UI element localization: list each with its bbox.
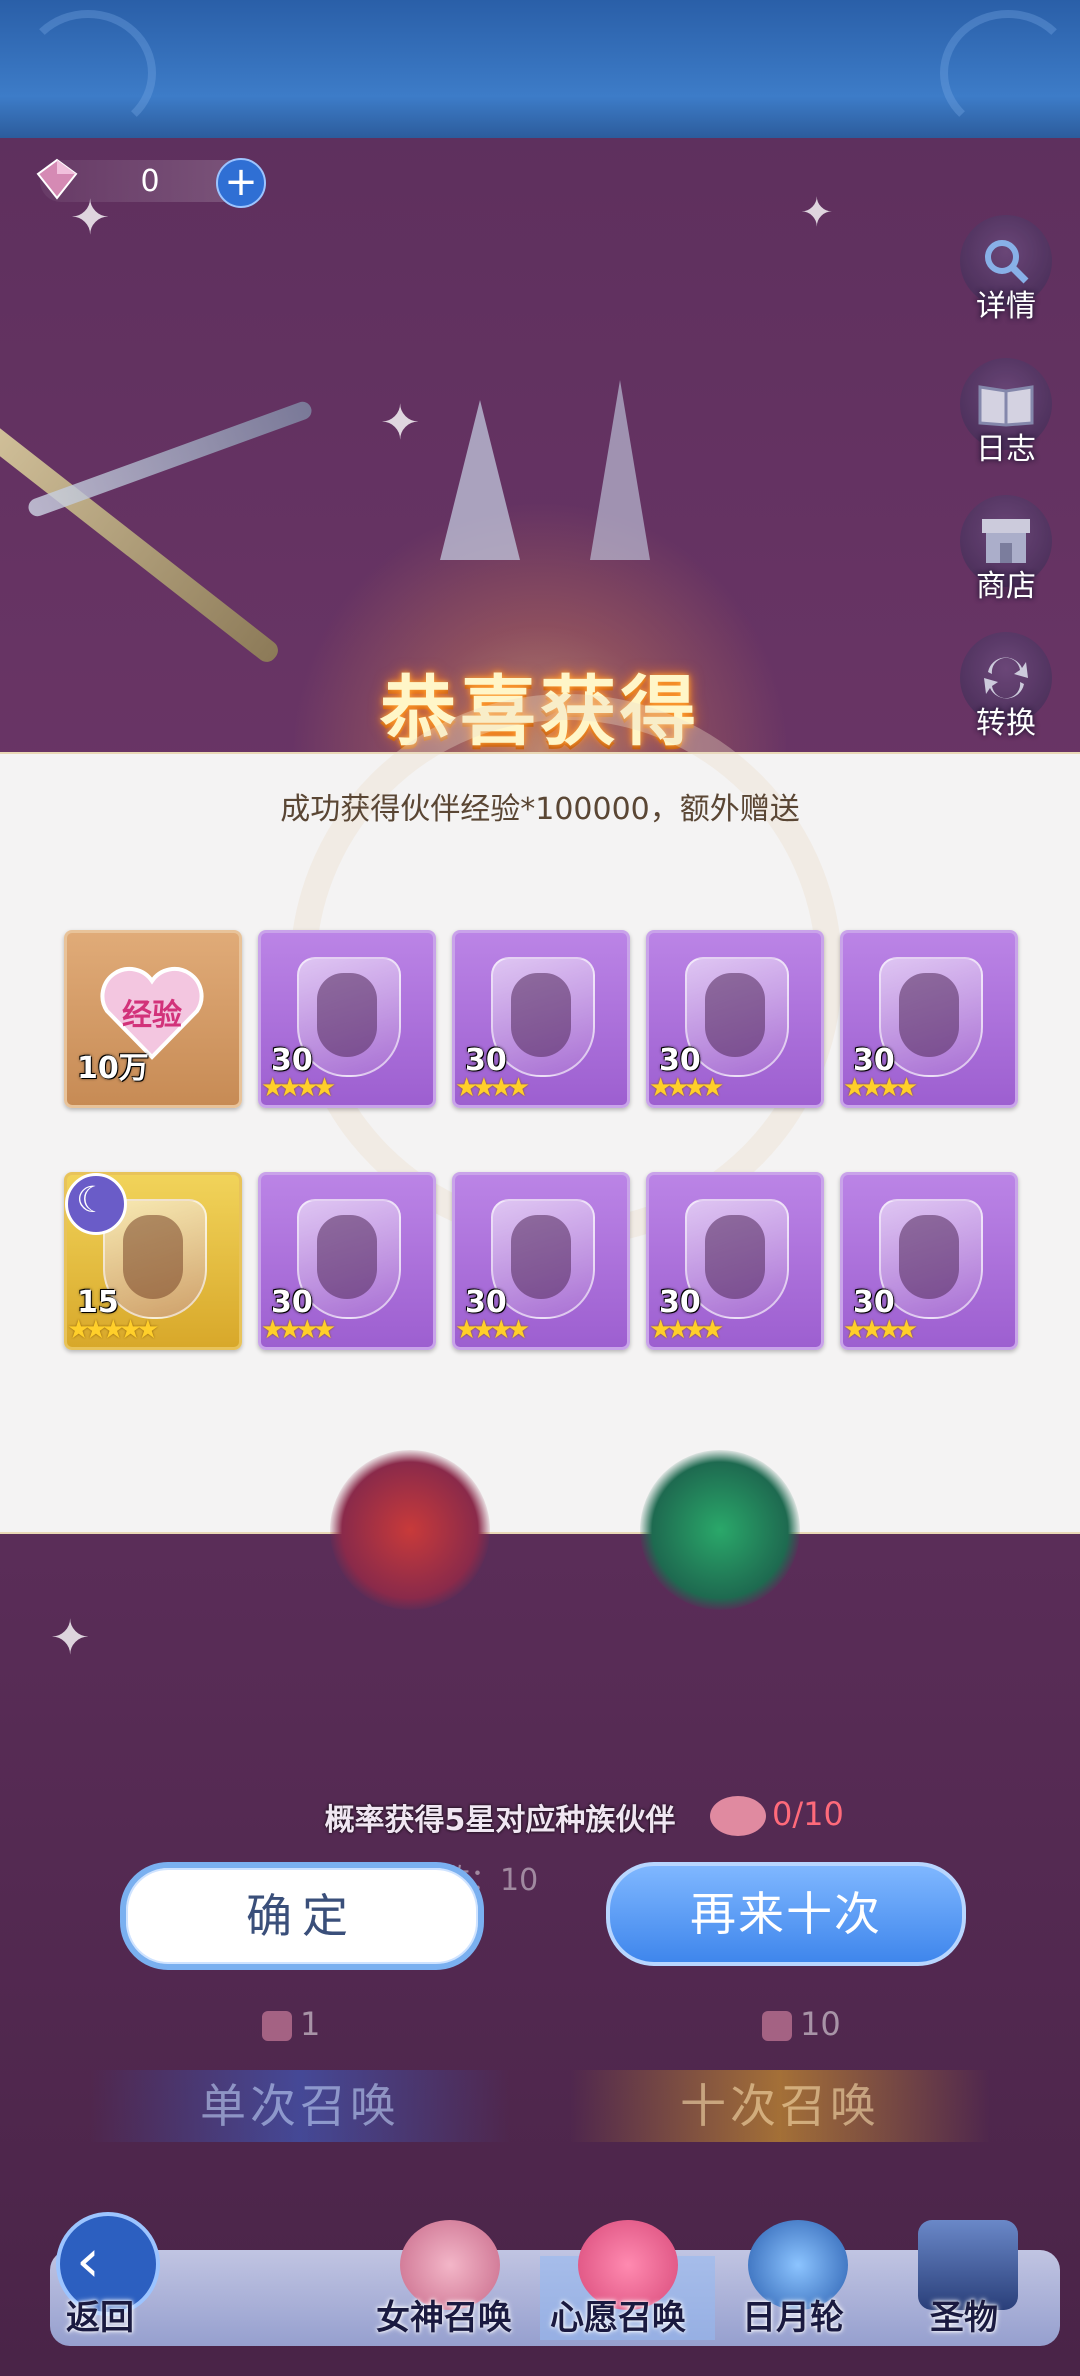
summon-hint: 概率获得5星对应种族伙伴: [324, 1803, 676, 1838]
wish-progress: 0/10: [710, 1795, 844, 1836]
add-currency-button[interactable]: +: [216, 158, 266, 208]
tab-goddess-summon[interactable]: 女神召唤: [376, 2290, 512, 2339]
wing-decoration: [20, 10, 156, 136]
sparkle-icon: ✦: [800, 190, 834, 236]
partner-silhouette: [705, 973, 765, 1057]
star-rating: ★★★★: [649, 1315, 724, 1345]
item-count: 10万: [77, 1051, 149, 1086]
partner-silhouette: [123, 1215, 183, 1299]
summon-again-button[interactable]: 再来十次: [606, 1862, 966, 1966]
details-button[interactable]: 详情: [956, 215, 1056, 325]
star-rating: ★★★★: [649, 1073, 724, 1103]
spear-decoration: [25, 399, 315, 519]
partner-item[interactable]: 30 ★★★★: [840, 930, 1018, 1108]
gem-icon: [762, 2011, 792, 2041]
sparkle-icon: ✦: [380, 395, 421, 451]
wind-orb: [640, 1450, 800, 1610]
star-rating: ★★★★★: [67, 1315, 160, 1345]
fire-orb: [330, 1450, 490, 1610]
partner-silhouette: [317, 1215, 377, 1299]
partner-item[interactable]: ☾ 15 ★★★★★: [64, 1172, 242, 1350]
crown-decoration: [590, 380, 650, 560]
partner-item[interactable]: 30 ★★★★: [646, 1172, 824, 1350]
log-label: 日志: [976, 432, 1036, 467]
reward-message: 成功获得伙伴经验*100000，额外赠送: [280, 792, 800, 827]
single-summon-button[interactable]: 单次召唤: [90, 2070, 510, 2142]
crown-decoration: [440, 400, 520, 560]
partner-silhouette: [705, 1215, 765, 1299]
back-arrow-icon: ‹: [76, 2226, 100, 2296]
tab-sun-moon-wheel[interactable]: 日月轮: [742, 2290, 844, 2339]
confirm-button[interactable]: 确定: [120, 1862, 484, 1970]
shop-icon: [982, 519, 1030, 563]
partner-silhouette: [899, 973, 959, 1057]
partner-silhouette: [511, 973, 571, 1057]
partner-silhouette: [899, 1215, 959, 1299]
log-button[interactable]: 日志: [956, 358, 1056, 468]
star-rating: ★★★★: [455, 1315, 530, 1345]
back-label[interactable]: 返回: [66, 2290, 134, 2339]
top-banner: [0, 0, 1080, 138]
star-rating: ★★★★: [261, 1073, 336, 1103]
book-icon: [978, 385, 1034, 427]
details-label: 详情: [976, 289, 1036, 324]
shop-button[interactable]: 商店: [956, 495, 1056, 605]
partner-item[interactable]: 30 ★★★★: [840, 1172, 1018, 1350]
tab-relic[interactable]: 圣物: [930, 2290, 998, 2339]
exp-item[interactable]: 经验 10万: [64, 930, 242, 1108]
partner-item[interactable]: 30 ★★★★: [452, 1172, 630, 1350]
gem-icon: [262, 2011, 292, 2041]
wish-count: 0/10: [772, 1795, 844, 1833]
partner-item[interactable]: 30 ★★★★: [646, 930, 824, 1108]
lips-icon: [710, 1796, 766, 1836]
ten-summon-button[interactable]: 十次召唤: [570, 2070, 990, 2142]
moon-faction-icon: ☾: [65, 1173, 127, 1235]
star-rating: ★★★★: [843, 1315, 918, 1345]
star-rating: ★★★★: [261, 1315, 336, 1345]
single-cost: 1: [262, 2005, 320, 2043]
reward-panel[interactable]: 成功获得伙伴经验*100000，额外赠送 经验 10万 30 ★★★★ 30 ★…: [0, 694, 1080, 1534]
exp-label: 经验: [122, 998, 182, 1033]
partner-item[interactable]: 30 ★★★★: [258, 1172, 436, 1350]
partner-item[interactable]: 30 ★★★★: [258, 930, 436, 1108]
shop-label: 商店: [976, 569, 1036, 604]
partner-silhouette: [317, 973, 377, 1057]
partner-silhouette: [511, 1215, 571, 1299]
sparkle-icon: ✦: [50, 1610, 91, 1666]
tab-wish-summon[interactable]: 心愿召唤: [550, 2290, 686, 2339]
currency-counter: 0 +: [36, 158, 266, 208]
wing-decoration: [940, 10, 1076, 136]
ten-cost: 10: [762, 2005, 841, 2043]
star-rating: ★★★★: [455, 1073, 530, 1103]
partner-item[interactable]: 30 ★★★★: [452, 930, 630, 1108]
star-rating: ★★★★: [843, 1073, 918, 1103]
